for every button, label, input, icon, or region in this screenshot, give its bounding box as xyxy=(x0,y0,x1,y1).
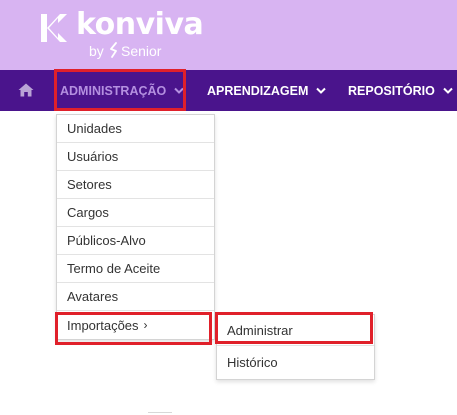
chevron-down-icon xyxy=(316,87,327,94)
home-icon[interactable] xyxy=(18,83,34,97)
menu-item-publicos-alvo[interactable]: Públicos-Alvo xyxy=(57,227,214,255)
menu-item-label: Importações xyxy=(67,317,139,333)
chevron-down-icon xyxy=(443,87,453,94)
menu-item-label: Públicos-Alvo xyxy=(67,233,146,248)
menu-item-label: Usuários xyxy=(67,149,119,164)
administracao-dropdown: Unidades Usuários Setores Cargos Público… xyxy=(56,114,215,340)
main-navbar: ADMINISTRAÇÃO APRENDIZAGEM REPOSITÓRIO xyxy=(0,70,457,111)
app-header: konviva by Senior xyxy=(0,0,457,70)
logo-wordmark: konviva xyxy=(76,7,204,42)
menu-item-importacoes[interactable]: Importações › xyxy=(57,311,214,339)
menu-item-setores[interactable]: Setores xyxy=(57,171,214,199)
menu-item-usuarios[interactable]: Usuários xyxy=(57,143,214,171)
submenu-item-label: Administrar xyxy=(227,322,293,338)
menu-item-termo-de-aceite[interactable]: Termo de Aceite xyxy=(57,255,214,283)
menu-item-cargos[interactable]: Cargos xyxy=(57,199,214,227)
konviva-k-logo-icon xyxy=(41,14,67,42)
menu-item-label: Termo de Aceite xyxy=(67,261,161,276)
submenu-item-label: Histórico xyxy=(227,355,278,370)
nav-administracao[interactable]: ADMINISTRAÇÃO xyxy=(60,70,184,111)
nav-aprendizagem[interactable]: APRENDIZAGEM xyxy=(207,70,327,111)
chevron-right-icon: › xyxy=(143,318,148,332)
menu-item-unidades[interactable]: Unidades xyxy=(57,115,214,143)
logo-senior-text: Senior xyxy=(121,43,162,59)
menu-item-label: Avatares xyxy=(67,289,119,304)
submenu-item-administrar[interactable]: Administrar xyxy=(217,315,374,346)
divider xyxy=(148,412,172,413)
nav-repositorio-label: REPOSITÓRIO xyxy=(348,83,435,98)
submenu-item-historico[interactable]: Histórico xyxy=(217,346,374,379)
menu-item-label: Setores xyxy=(67,177,112,192)
logo-by-text: by xyxy=(89,43,104,59)
menu-item-label: Unidades xyxy=(67,121,122,136)
nav-administracao-label: ADMINISTRAÇÃO xyxy=(60,83,167,98)
importacoes-submenu: Administrar Histórico xyxy=(216,314,375,380)
nav-aprendizagem-label: APRENDIZAGEM xyxy=(207,83,309,98)
chevron-down-icon xyxy=(174,87,184,94)
menu-item-avatares[interactable]: Avatares xyxy=(57,283,214,311)
nav-repositorio[interactable]: REPOSITÓRIO xyxy=(348,70,453,111)
senior-s-icon xyxy=(110,42,117,58)
menu-item-label: Cargos xyxy=(67,205,109,220)
